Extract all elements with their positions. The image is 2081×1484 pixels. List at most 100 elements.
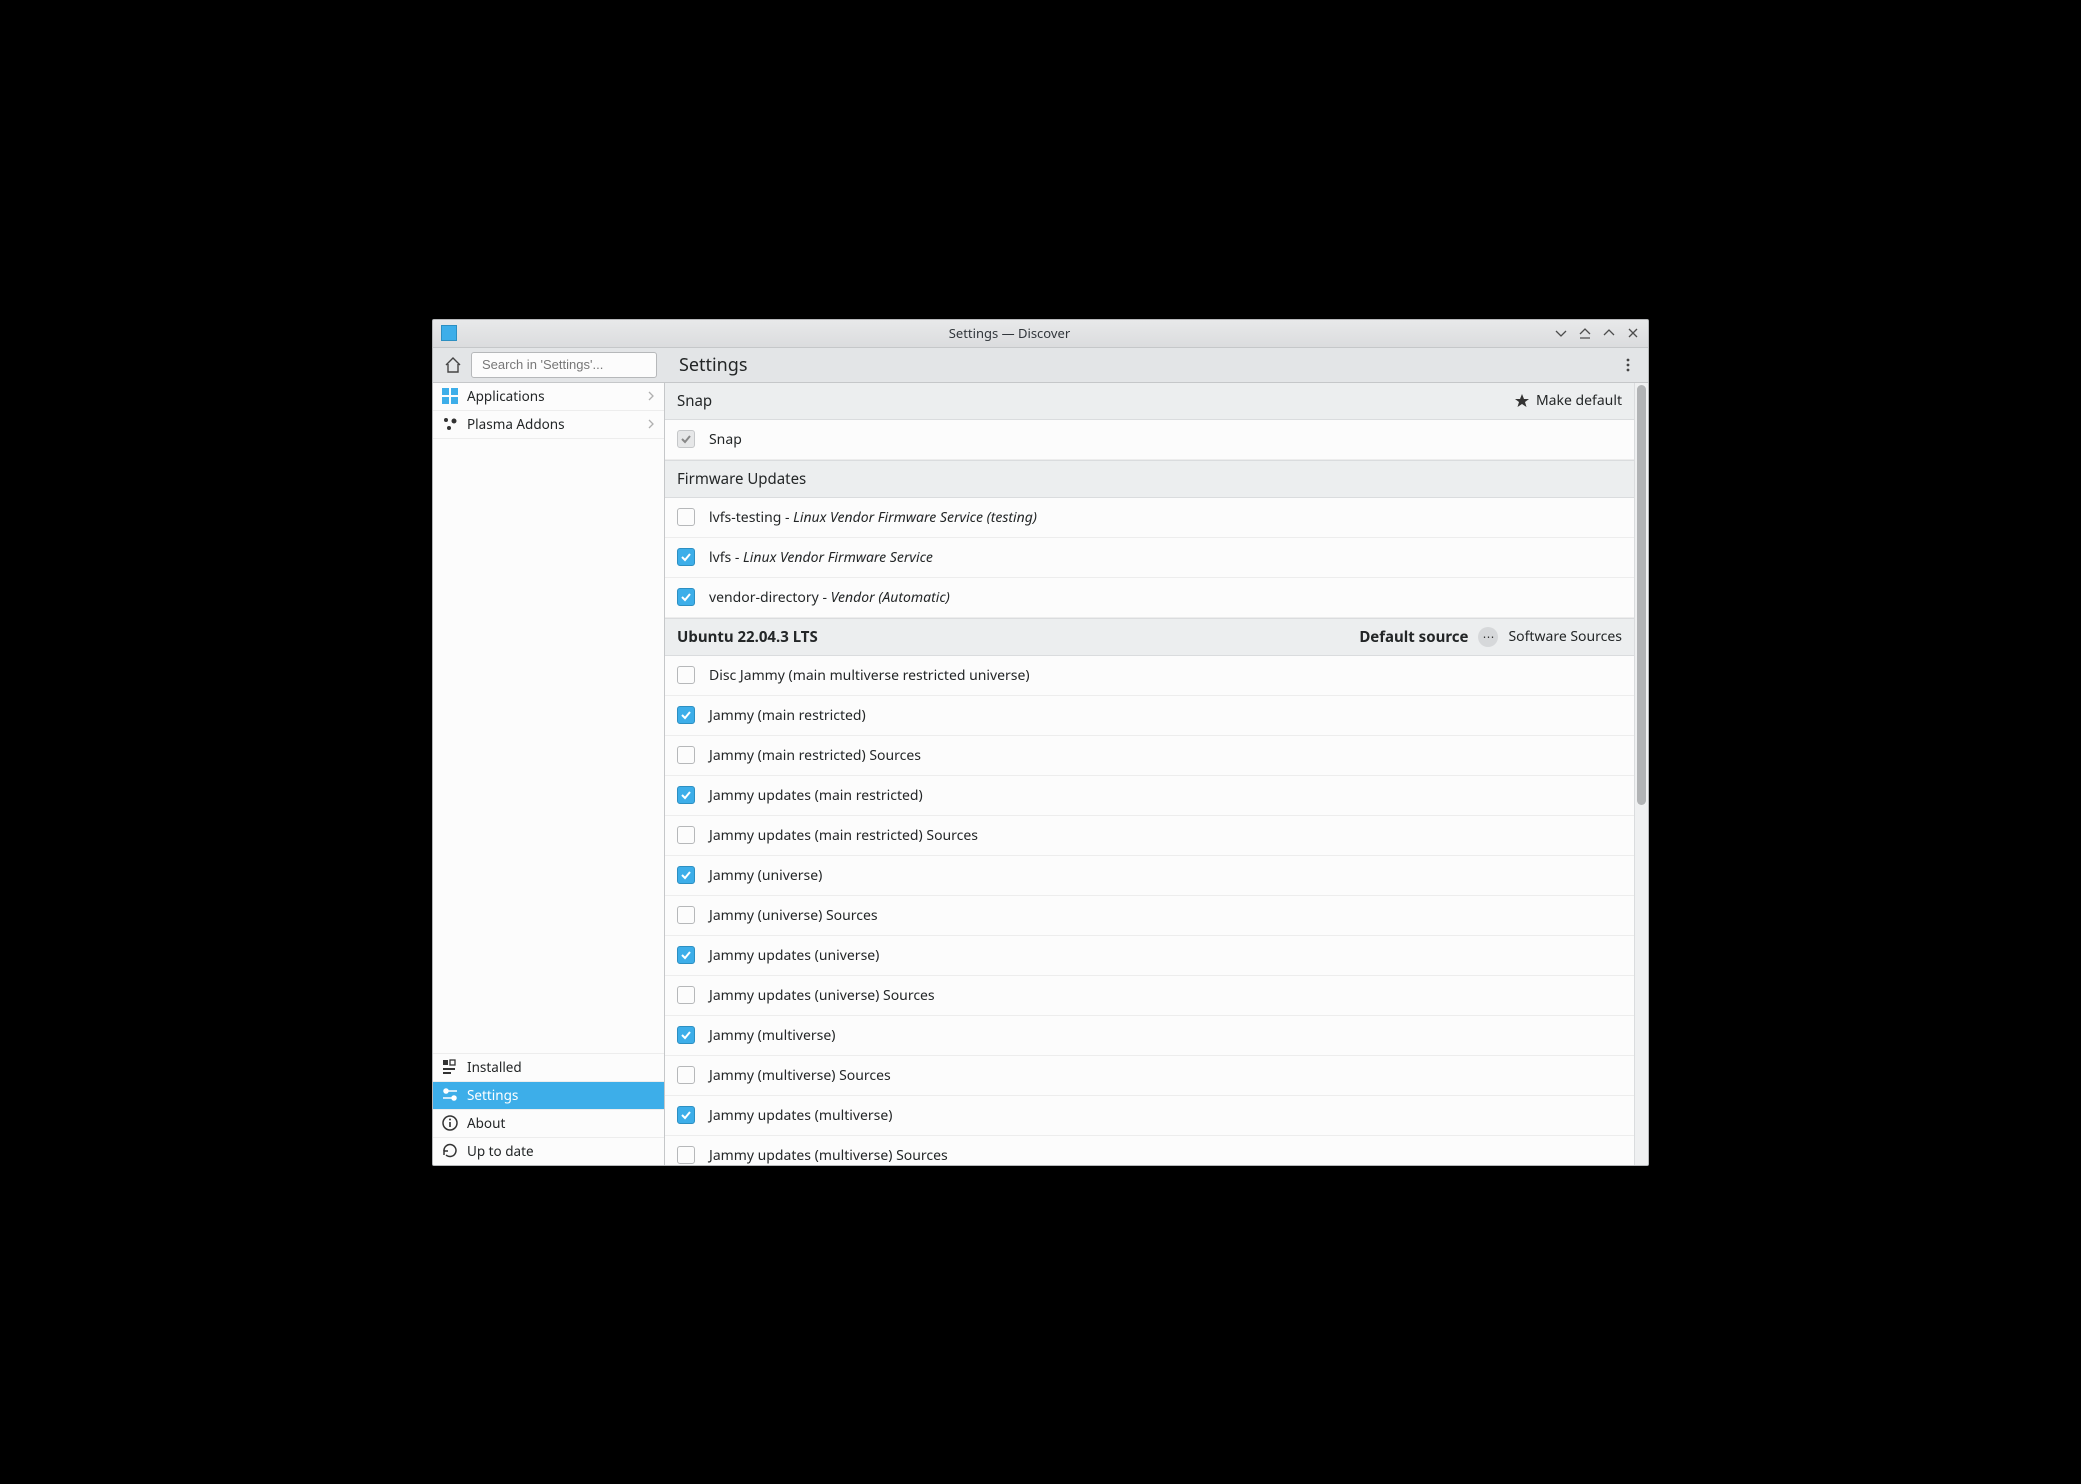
software-sources-label: Software Sources xyxy=(1508,627,1622,646)
keep-above-icon[interactable] xyxy=(1578,326,1592,340)
source-checkbox[interactable] xyxy=(677,706,695,724)
section-header-firmware: Firmware Updates xyxy=(665,460,1634,498)
source-label: Jammy updates (universe) Sources xyxy=(709,986,935,1005)
source-checkbox[interactable] xyxy=(677,946,695,964)
source-row[interactable]: Jammy (main restricted) xyxy=(665,696,1634,736)
source-label: lvfs-testing - Linux Vendor Firmware Ser… xyxy=(709,508,1037,527)
installed-icon xyxy=(441,1058,459,1076)
content-panel: Snap Make default Snap Firmware Updates lvfs… xyxy=(665,383,1634,1165)
settings-icon xyxy=(441,1086,459,1104)
ellipsis-icon: ⋯ xyxy=(1478,627,1498,647)
sidebar-item-label: Plasma Addons xyxy=(467,415,565,433)
scrollbar-thumb[interactable] xyxy=(1637,385,1646,805)
source-checkbox[interactable] xyxy=(677,548,695,566)
source-row[interactable]: Jammy (multiverse) Sources xyxy=(665,1056,1634,1096)
sidebar-bottom-nav: Installed Settings About Up to date xyxy=(433,1053,664,1165)
source-row[interactable]: Jammy updates (multiverse) Sources xyxy=(665,1136,1634,1165)
source-label: lvfs - Linux Vendor Firmware Service xyxy=(709,548,933,567)
sidebar-item-plasma-addons[interactable]: Plasma Addons xyxy=(433,411,664,439)
source-label: Jammy (universe) Sources xyxy=(709,906,878,925)
chevron-right-icon xyxy=(646,391,656,401)
sidebar-top-nav: Applications Plasma Addons xyxy=(433,383,664,1053)
source-checkbox xyxy=(677,430,695,448)
window-title: Settings — Discover xyxy=(465,324,1554,342)
section-header-snap: Snap Make default xyxy=(665,383,1634,420)
sidebar-item-applications[interactable]: Applications xyxy=(433,383,664,411)
make-default-label: Make default xyxy=(1536,391,1622,410)
source-checkbox[interactable] xyxy=(677,746,695,764)
source-row[interactable]: Jammy updates (main restricted) xyxy=(665,776,1634,816)
source-row[interactable]: Jammy updates (universe) xyxy=(665,936,1634,976)
source-row[interactable]: Snap xyxy=(665,420,1634,460)
minimize-alt-icon[interactable] xyxy=(1554,326,1568,340)
window-controls xyxy=(1554,326,1640,340)
search-input[interactable] xyxy=(482,357,658,372)
app-icon xyxy=(441,325,457,341)
source-checkbox[interactable] xyxy=(677,666,695,684)
sidebar-item-label: Installed xyxy=(467,1058,522,1076)
maximize-icon[interactable] xyxy=(1602,326,1616,340)
uptodate-icon xyxy=(441,1142,459,1160)
search-box[interactable] xyxy=(471,352,657,378)
source-checkbox[interactable] xyxy=(677,1146,695,1164)
source-checkbox[interactable] xyxy=(677,986,695,1004)
source-label: Jammy updates (multiverse) Sources xyxy=(709,1146,948,1165)
source-row[interactable]: Jammy updates (multiverse) xyxy=(665,1096,1634,1136)
source-checkbox[interactable] xyxy=(677,508,695,526)
source-checkbox[interactable] xyxy=(677,906,695,924)
source-label: Jammy (multiverse) Sources xyxy=(709,1066,891,1085)
home-button[interactable] xyxy=(441,353,465,377)
sidebar-item-label: Applications xyxy=(467,387,545,405)
source-row[interactable]: Jammy (main restricted) Sources xyxy=(665,736,1634,776)
source-label: Jammy updates (main restricted) xyxy=(709,786,923,805)
source-checkbox[interactable] xyxy=(677,588,695,606)
source-row[interactable]: vendor-directory - Vendor (Automatic) xyxy=(665,578,1634,618)
sidebar-item-settings[interactable]: Settings xyxy=(433,1081,664,1109)
source-checkbox[interactable] xyxy=(677,866,695,884)
app-window: Settings — Discover Settings xyxy=(432,319,1649,1166)
source-row[interactable]: Jammy updates (main restricted) Sources xyxy=(665,816,1634,856)
source-checkbox[interactable] xyxy=(677,826,695,844)
source-row[interactable]: Jammy (universe) xyxy=(665,856,1634,896)
source-label: vendor-directory - Vendor (Automatic) xyxy=(709,588,950,607)
main-area: Applications Plasma Addons Installed Setti… xyxy=(433,383,1648,1165)
chevron-right-icon xyxy=(646,419,656,429)
source-checkbox[interactable] xyxy=(677,1026,695,1044)
source-label: Jammy (universe) xyxy=(709,866,822,885)
source-row[interactable]: Jammy updates (universe) Sources xyxy=(665,976,1634,1016)
section-title: Snap xyxy=(677,391,712,411)
source-row[interactable]: lvfs-testing - Linux Vendor Firmware Ser… xyxy=(665,498,1634,538)
source-checkbox[interactable] xyxy=(677,1106,695,1124)
toolbar: Settings xyxy=(433,348,1648,383)
sidebar: Applications Plasma Addons Installed Setti… xyxy=(433,383,665,1165)
applications-icon xyxy=(441,387,459,405)
make-default-button[interactable]: Make default xyxy=(1514,391,1622,410)
sidebar-item-uptodate[interactable]: Up to date xyxy=(433,1137,664,1165)
overflow-menu-button[interactable] xyxy=(1616,353,1640,377)
source-checkbox[interactable] xyxy=(677,786,695,804)
scrollbar[interactable] xyxy=(1634,383,1648,1165)
sidebar-item-label: About xyxy=(467,1114,505,1132)
section-header-ubuntu: Ubuntu 22.04.3 LTS Default source ⋯ Softwar… xyxy=(665,618,1634,656)
sidebar-item-label: Up to date xyxy=(467,1142,534,1160)
sidebar-item-about[interactable]: About xyxy=(433,1109,664,1137)
section-title: Ubuntu 22.04.3 LTS xyxy=(677,627,818,647)
source-label: Snap xyxy=(709,430,742,449)
source-row[interactable]: Disc Jammy (main multiverse restricted u… xyxy=(665,656,1634,696)
source-checkbox[interactable] xyxy=(677,1066,695,1084)
source-label: Disc Jammy (main multiverse restricted u… xyxy=(709,666,1030,685)
source-row[interactable]: Jammy (universe) Sources xyxy=(665,896,1634,936)
content-wrap: Snap Make default Snap Firmware Updates lvfs… xyxy=(665,383,1648,1165)
source-row[interactable]: Jammy (multiverse) xyxy=(665,1016,1634,1056)
close-icon[interactable] xyxy=(1626,326,1640,340)
sidebar-item-installed[interactable]: Installed xyxy=(433,1053,664,1081)
source-row[interactable]: lvfs - Linux Vendor Firmware Service xyxy=(665,538,1634,578)
source-label: Jammy updates (universe) xyxy=(709,946,879,965)
source-label: Jammy (main restricted) xyxy=(709,706,866,725)
software-sources-button[interactable]: ⋯ Software Sources xyxy=(1478,627,1622,647)
page-title: Settings xyxy=(679,353,748,377)
sidebar-item-label: Settings xyxy=(467,1086,518,1104)
source-label: Jammy updates (multiverse) xyxy=(709,1106,892,1125)
source-label: Jammy updates (main restricted) Sources xyxy=(709,826,978,845)
default-source-badge: Default source xyxy=(1359,627,1468,647)
